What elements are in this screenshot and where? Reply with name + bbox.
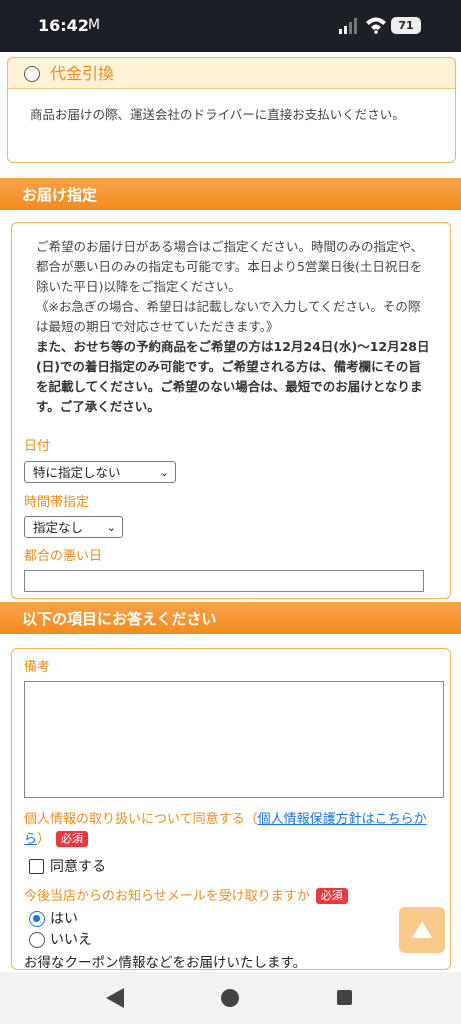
questions-section-title: 以下の項目にお答えください — [22, 610, 217, 628]
chevron-down-icon: ⌄ — [106, 521, 116, 534]
mail-no-label[interactable]: いいえ — [50, 929, 92, 949]
delivery-box: ご希望のお届け日がある場合はご指定ください。時間のみの指定や、都合が悪い日のみの… — [11, 222, 451, 599]
delivery-section-title: お届け指定 — [22, 186, 98, 204]
back-icon[interactable] — [106, 988, 124, 1008]
gmail-icon: M — [88, 17, 101, 33]
cod-description: 商品お届けの際、運送会社のドライバーに直接お支払いください。 — [30, 107, 405, 122]
battery-icon: 71 — [391, 17, 421, 34]
mail-no-radio[interactable] — [29, 932, 45, 948]
wifi-icon — [366, 17, 386, 34]
arrow-up-icon — [412, 921, 432, 938]
checkout-form: 代金引換 商品お届けの際、運送会社のドライバーに直接お支払いください。 お届け指… — [0, 52, 461, 972]
date-label: 日付 — [24, 439, 51, 454]
mail-yes-label[interactable]: はい — [50, 908, 78, 928]
delivery-info-bold: また、おせち等の予約商品をご希望の方は12月24日(水)〜12月28日(日)での… — [36, 339, 430, 414]
coupon-note: お得なクーポン情報などをお届けいたします。 — [24, 955, 307, 971]
system-nav-bar — [0, 972, 461, 1024]
required-badge: 必須 — [315, 888, 348, 904]
questions-box: 備考 個人情報の取り扱いについて同意する（個人情報保護方針はこちらから） 必須 同… — [11, 648, 451, 971]
date-select-value: 特に指定しない — [33, 465, 121, 480]
delivery-info-line: ご希望のお届け日がある場合はご指定ください。時間のみの指定や、都合が悪い日のみの… — [36, 239, 424, 294]
status-time: 16:42 — [38, 16, 89, 35]
privacy-label: 個人情報の取り扱いについて同意する — [24, 812, 245, 827]
bad-day-input[interactable] — [24, 570, 424, 592]
questions-section-header: 以下の項目にお答えください — [0, 602, 461, 634]
chevron-down-icon: ⌄ — [159, 466, 169, 479]
privacy-paren-close: ） — [37, 832, 51, 847]
privacy-consent-text: 個人情報の取り扱いについて同意する（個人情報保護方針はこちらから） 必須 — [24, 810, 434, 850]
delivery-info: ご希望のお届け日がある場合はご指定ください。時間のみの指定や、都合が悪い日のみの… — [36, 237, 432, 417]
remarks-textarea[interactable] — [24, 681, 444, 798]
mail-yes-radio[interactable] — [29, 911, 45, 927]
mail-question: 今後当店からのお知らせメールを受け取りますか 必須 — [24, 885, 348, 904]
status-bar: 16:42 M 71 — [0, 0, 461, 52]
time-select[interactable]: 指定なし ⌄ — [24, 516, 123, 538]
home-icon[interactable] — [221, 989, 239, 1007]
delivery-section-header: お届け指定 — [0, 178, 461, 210]
mail-question-text: 今後当店からのお知らせメールを受け取りますか — [24, 889, 310, 904]
signal-icon — [339, 18, 357, 34]
agree-checkbox[interactable] — [29, 859, 44, 874]
cod-radio[interactable] — [24, 66, 40, 82]
time-select-value: 指定なし — [33, 520, 84, 535]
remarks-label: 備考 — [24, 660, 51, 675]
recent-apps-icon[interactable] — [337, 990, 352, 1005]
date-select[interactable]: 特に指定しない ⌄ — [24, 461, 176, 483]
delivery-info-line: 《※お急ぎの場合、希望日は記載しないで入力してください。その際は最短の期日で対応… — [36, 299, 421, 334]
time-label: 時間帯指定 — [24, 495, 90, 510]
privacy-paren-open: （ — [244, 812, 258, 827]
agree-label[interactable]: 同意する — [50, 856, 106, 876]
required-badge: 必須 — [56, 831, 89, 847]
cod-title: 代金引換 — [50, 64, 115, 83]
payment-option-header[interactable]: 代金引換 — [8, 58, 455, 89]
bad-day-label: 都合の悪い日 — [24, 549, 103, 564]
scroll-to-top-button[interactable] — [399, 907, 445, 953]
payment-option-cod: 代金引換 商品お届けの際、運送会社のドライバーに直接お支払いください。 — [7, 57, 456, 163]
